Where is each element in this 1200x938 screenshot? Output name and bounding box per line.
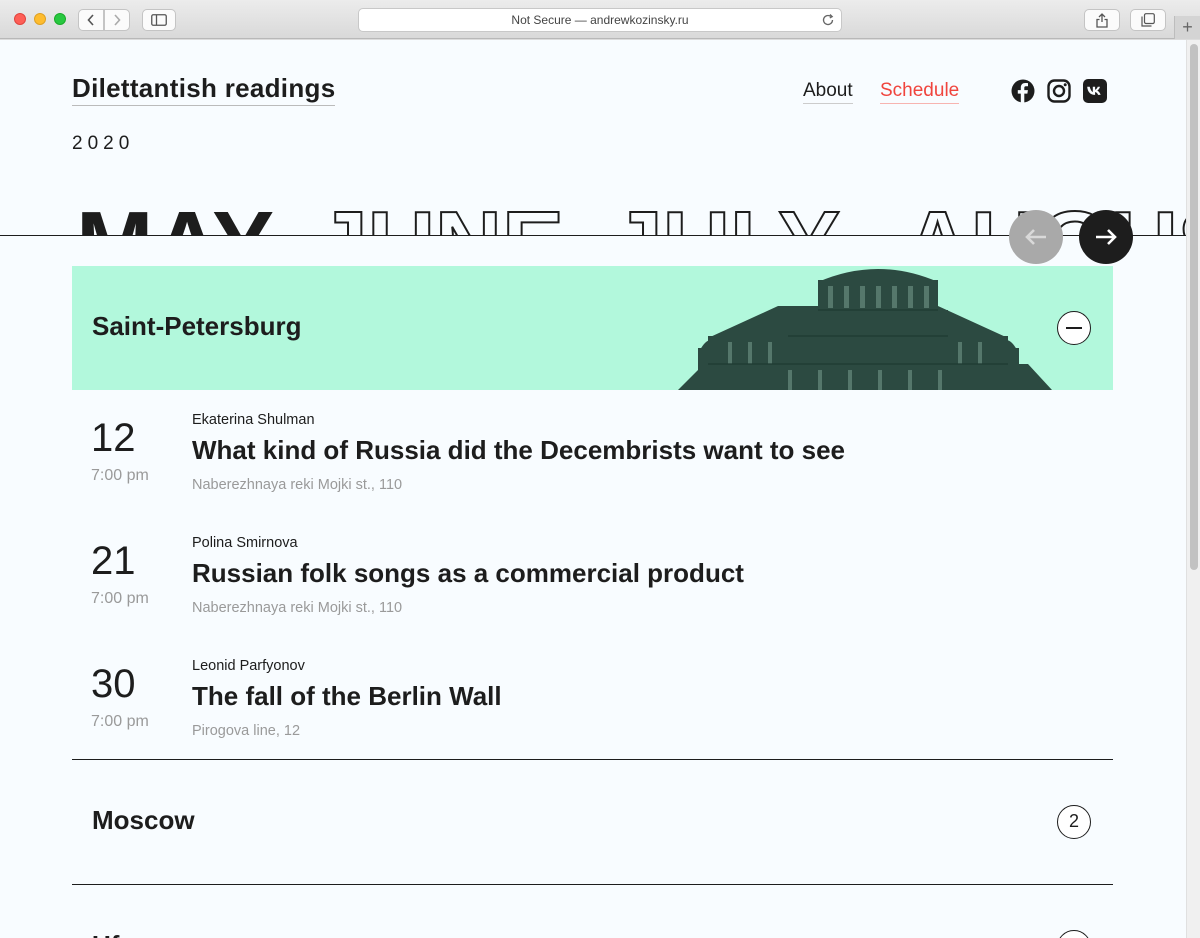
arrow-left-icon [1025, 229, 1046, 245]
sidebar-icon [151, 14, 167, 26]
address-text: Not Secure — andrewkozinsky.ru [511, 13, 689, 27]
event-speaker: Polina Smirnova [192, 535, 298, 551]
chevron-right-icon [114, 14, 121, 26]
next-month-button[interactable] [1079, 210, 1133, 264]
month-july[interactable]: JULY [610, 191, 841, 236]
fullscreen-window-button[interactable] [54, 13, 66, 25]
event-row[interactable]: 30 7:00 pm Leonid Parfyonov The fall of … [72, 646, 1113, 756]
city-divider [72, 884, 1113, 885]
event-day: 21 [91, 539, 136, 583]
month-june[interactable]: JUNE [315, 191, 565, 236]
event-title[interactable]: What kind of Russia did the Decembrists … [192, 435, 845, 466]
event-day: 12 [91, 416, 136, 460]
tabs-icon [1141, 13, 1155, 27]
month-may[interactable]: MAY [76, 192, 274, 236]
event-count-badge[interactable] [1057, 930, 1091, 938]
sidebar-toggle-button[interactable] [142, 9, 176, 31]
city-header-saint-petersburg[interactable]: Saint-Petersburg [72, 266, 1113, 390]
site-title[interactable]: Dilettantish readings [72, 73, 336, 106]
nav-schedule-link[interactable]: Schedule [880, 80, 960, 104]
back-button[interactable] [78, 9, 104, 31]
city-name: Saint-Petersburg [92, 311, 302, 341]
city-name-next[interactable]: Uf [92, 930, 119, 938]
share-button[interactable] [1084, 9, 1120, 31]
page-scrollbar[interactable] [1186, 40, 1200, 938]
city-name-moscow[interactable]: Moscow [92, 805, 195, 836]
facebook-icon[interactable] [1011, 79, 1035, 103]
event-place: Pirogova line, 12 [192, 723, 301, 739]
event-place: Naberezhnaya reki Mojki st., 110 [192, 600, 403, 616]
scrollbar-thumb[interactable] [1190, 44, 1198, 570]
minimize-window-button[interactable] [34, 13, 46, 25]
nav-about-link[interactable]: About [803, 80, 853, 104]
collapse-button[interactable] [1057, 311, 1091, 345]
forward-button[interactable] [104, 9, 130, 31]
event-title[interactable]: The fall of the Berlin Wall [192, 681, 502, 712]
arrow-right-icon [1096, 229, 1117, 245]
instagram-icon[interactable] [1047, 79, 1071, 103]
event-title[interactable]: Russian folk songs as a commercial produ… [192, 558, 744, 589]
event-day: 30 [91, 662, 136, 706]
year-label: 2020 [72, 133, 135, 154]
close-window-button[interactable] [14, 13, 26, 25]
share-icon [1096, 12, 1108, 28]
city-divider [72, 759, 1113, 760]
tabs-overview-button[interactable] [1130, 9, 1166, 31]
vk-icon[interactable] [1083, 79, 1107, 103]
event-speaker: Ekaterina Shulman [192, 412, 315, 428]
month-strip: MAY JUNE JULY AUGUST [0, 170, 1186, 236]
event-speaker: Leonid Parfyonov [192, 658, 305, 674]
new-tab-button[interactable]: + [1174, 16, 1200, 39]
event-time: 7:00 pm [91, 590, 149, 607]
reload-icon[interactable] [821, 13, 835, 27]
event-count-badge[interactable]: 2 [1057, 805, 1091, 839]
event-place: Naberezhnaya reki Mojki st., 110 [192, 477, 403, 493]
address-bar[interactable]: Not Secure — andrewkozinsky.ru [358, 8, 842, 32]
chevron-left-icon [87, 14, 94, 26]
page-content: Dilettantish readings About Schedule 202… [0, 40, 1186, 938]
event-row[interactable]: 12 7:00 pm Ekaterina Shulman What kind o… [72, 400, 1113, 510]
event-time: 7:00 pm [91, 713, 149, 730]
previous-month-button[interactable] [1009, 210, 1063, 264]
cathedral-illustration [678, 269, 1052, 390]
event-time: 7:00 pm [91, 467, 149, 484]
event-row[interactable]: 21 7:00 pm Polina Smirnova Russian folk … [72, 523, 1113, 633]
browser-toolbar: Not Secure — andrewkozinsky.ru + [0, 0, 1200, 39]
